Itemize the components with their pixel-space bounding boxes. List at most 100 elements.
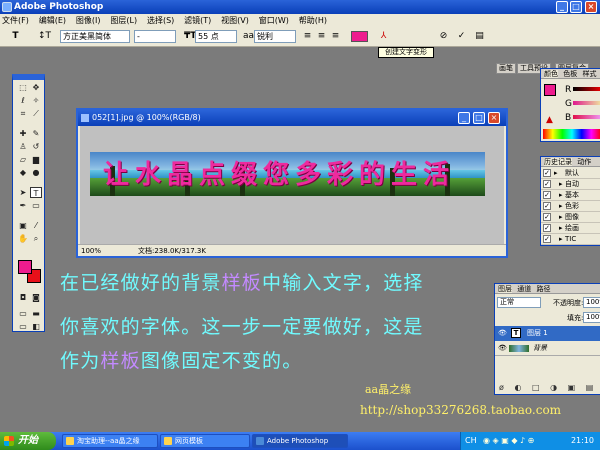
shape-tool-icon[interactable]: ▭ bbox=[30, 200, 42, 211]
start-button[interactable]: 开始 bbox=[0, 432, 56, 450]
align-center-icon[interactable]: ≡ bbox=[316, 31, 327, 42]
text-tool-icon[interactable]: T bbox=[30, 187, 42, 198]
language-indicator[interactable]: CH bbox=[465, 432, 477, 450]
eye-icon[interactable]: 👁 bbox=[498, 326, 507, 341]
tab-layers[interactable]: 图层 bbox=[498, 285, 512, 293]
history-brush-icon[interactable]: ↺ bbox=[30, 141, 42, 152]
history-item[interactable]: ✓ ▸ 自动 bbox=[541, 179, 600, 190]
standard-mode-icon[interactable]: ◘ bbox=[17, 292, 29, 303]
hand-tool-icon[interactable]: ✋ bbox=[17, 233, 29, 244]
foreground-color-swatch[interactable] bbox=[18, 260, 32, 274]
menu-filter[interactable]: 滤镜(T) bbox=[184, 16, 211, 25]
history-item[interactable]: ✓ ▸ TIC bbox=[541, 234, 600, 245]
slice-tool-icon[interactable]: ⟋ bbox=[30, 108, 42, 119]
history-item[interactable]: ✓ ▸ 基本 bbox=[541, 190, 600, 201]
history-item[interactable]: ✓ ▸ 默认 bbox=[541, 168, 600, 179]
history-item[interactable]: ✓ ▸ 图像 bbox=[541, 212, 600, 223]
commit-icon[interactable]: ✓ bbox=[456, 31, 467, 42]
zoom-level[interactable]: 100% bbox=[81, 245, 101, 257]
quickmask-mode-icon[interactable]: ◙ bbox=[30, 292, 42, 303]
stamp-tool-icon[interactable]: ♙ bbox=[17, 141, 29, 152]
tab-color[interactable]: 颜色 bbox=[544, 70, 558, 78]
tab-history[interactable]: 历史记录 bbox=[544, 158, 572, 166]
magic-wand-icon[interactable]: ✧ bbox=[30, 95, 42, 106]
tab-paths[interactable]: 路径 bbox=[536, 285, 550, 293]
history-item[interactable]: ✓ ▸ 绘画 bbox=[541, 223, 600, 234]
maximize-button[interactable]: □ bbox=[570, 1, 582, 13]
align-left-icon[interactable]: ≡ bbox=[302, 31, 313, 42]
font-family-select[interactable]: 方正美黑简体 bbox=[60, 30, 130, 43]
menu-file[interactable]: 文件(F) bbox=[2, 16, 29, 25]
type-tool-icon[interactable]: T bbox=[10, 31, 21, 42]
menu-edit[interactable]: 编辑(E) bbox=[39, 16, 66, 25]
tray-icons[interactable]: ◉ ◈ ▣ ◆ ♪ ⊕ bbox=[483, 432, 534, 450]
cancel-icon[interactable]: ⊘ bbox=[438, 31, 449, 42]
minimize-button[interactable]: _ bbox=[556, 1, 568, 13]
doc-maximize-button[interactable]: □ bbox=[473, 112, 485, 124]
healing-brush-icon[interactable]: ✚ bbox=[17, 128, 29, 139]
layer-actions[interactable]: ø ◐ □ ◑ ▣ ▤ bbox=[495, 382, 600, 394]
menu-window[interactable]: 窗口(W) bbox=[259, 16, 289, 25]
notes-tool-icon[interactable]: ▣ bbox=[17, 220, 29, 231]
antialias-select[interactable]: 锐利 bbox=[254, 30, 296, 43]
font-style-select[interactable]: - bbox=[134, 30, 176, 43]
tab-actions[interactable]: 动作 bbox=[577, 158, 591, 166]
screen-mode-menu-icon[interactable]: ▭ bbox=[17, 321, 29, 332]
blend-mode-select[interactable]: 正常 bbox=[497, 297, 541, 308]
lasso-tool-icon[interactable]: ℓ bbox=[17, 95, 29, 106]
pen-tool-icon[interactable]: ✒ bbox=[17, 200, 29, 211]
move-tool-icon[interactable]: ✥ bbox=[30, 82, 42, 93]
document-canvas[interactable]: 让水晶点缀您多彩的生活 bbox=[80, 126, 504, 244]
tab-brushes[interactable]: 画笔 bbox=[496, 63, 516, 74]
warp-text-icon[interactable]: ⅄ bbox=[378, 31, 389, 42]
eraser-tool-icon[interactable]: ▱ bbox=[17, 154, 29, 165]
color-ramp[interactable] bbox=[543, 129, 600, 139]
b-slider[interactable] bbox=[573, 115, 600, 119]
document-title-bar[interactable]: 052[1].jpg @ 100%(RGB/8) _ □ × bbox=[78, 110, 506, 126]
blur-tool-icon[interactable]: ◆ bbox=[17, 167, 29, 178]
eye-icon[interactable]: 👁 bbox=[498, 341, 507, 356]
tab-swatches[interactable]: 色板 bbox=[563, 70, 577, 78]
doc-minimize-button[interactable]: _ bbox=[458, 112, 470, 124]
tab-channels[interactable]: 通道 bbox=[517, 285, 531, 293]
text-color-swatch[interactable] bbox=[351, 31, 368, 42]
crop-tool-icon[interactable]: ⌗ bbox=[17, 108, 29, 119]
history-item[interactable]: ✓ ▸ 色彩 bbox=[541, 201, 600, 212]
panel-fg-swatch[interactable] bbox=[544, 84, 556, 96]
font-size-select[interactable]: 55 点 bbox=[195, 30, 237, 43]
palette-icon[interactable]: ▤ bbox=[474, 31, 485, 42]
imageready-icon[interactable]: ◧ bbox=[30, 321, 42, 332]
document-window[interactable]: 052[1].jpg @ 100%(RGB/8) _ □ × 让水晶点缀您多彩的… bbox=[76, 108, 508, 258]
layer-row[interactable]: 👁 背景 bbox=[495, 341, 600, 356]
zoom-tool-icon[interactable]: ⌕ bbox=[30, 233, 42, 244]
shop-url[interactable]: http://shop33276268.taobao.com bbox=[360, 403, 561, 417]
brush-tool-icon[interactable]: ✎ bbox=[30, 128, 42, 139]
fill-field[interactable]: 100% bbox=[583, 312, 600, 323]
taskbar-item[interactable]: 淘宝助理--aa晶之缘 bbox=[62, 434, 158, 448]
banner-text[interactable]: 让水晶点缀您多彩的生活 bbox=[103, 154, 455, 191]
path-select-icon[interactable]: ➤ bbox=[17, 187, 29, 198]
eyedropper-icon[interactable]: ⁄ bbox=[30, 220, 42, 231]
gradient-tool-icon[interactable]: ▆ bbox=[30, 154, 42, 165]
align-right-icon[interactable]: ≡ bbox=[330, 31, 341, 42]
screen-mode-full-icon[interactable]: ▬ bbox=[30, 308, 42, 319]
taskbar-item[interactable]: Adobe Photoshop bbox=[252, 434, 348, 448]
screen-mode-standard-icon[interactable]: ▭ bbox=[17, 308, 29, 319]
tab-styles[interactable]: 样式 bbox=[582, 70, 596, 78]
opacity-field[interactable]: 100% bbox=[583, 297, 600, 308]
menu-view[interactable]: 视图(V) bbox=[221, 16, 249, 25]
g-slider[interactable] bbox=[573, 101, 600, 105]
menu-image[interactable]: 图像(I) bbox=[76, 16, 101, 25]
dodge-tool-icon[interactable]: ● bbox=[30, 167, 42, 178]
r-slider[interactable] bbox=[573, 87, 600, 91]
close-button[interactable]: × bbox=[585, 1, 597, 13]
layer-row[interactable]: 👁 T 图层 1 bbox=[495, 326, 600, 341]
menu-bar: 文件(F) 编辑(E) 图像(I) 图层(L) 选择(S) 滤镜(T) 视图(V… bbox=[0, 14, 600, 27]
menu-select[interactable]: 选择(S) bbox=[147, 16, 174, 25]
doc-close-button[interactable]: × bbox=[488, 112, 500, 124]
menu-help[interactable]: 帮助(H) bbox=[299, 16, 327, 25]
menu-layer[interactable]: 图层(L) bbox=[110, 16, 137, 25]
marquee-tool-icon[interactable]: ⬚ bbox=[17, 82, 29, 93]
text-orientation-icon[interactable]: ↕T bbox=[38, 31, 51, 42]
taskbar-item[interactable]: 网页模板 bbox=[160, 434, 250, 448]
